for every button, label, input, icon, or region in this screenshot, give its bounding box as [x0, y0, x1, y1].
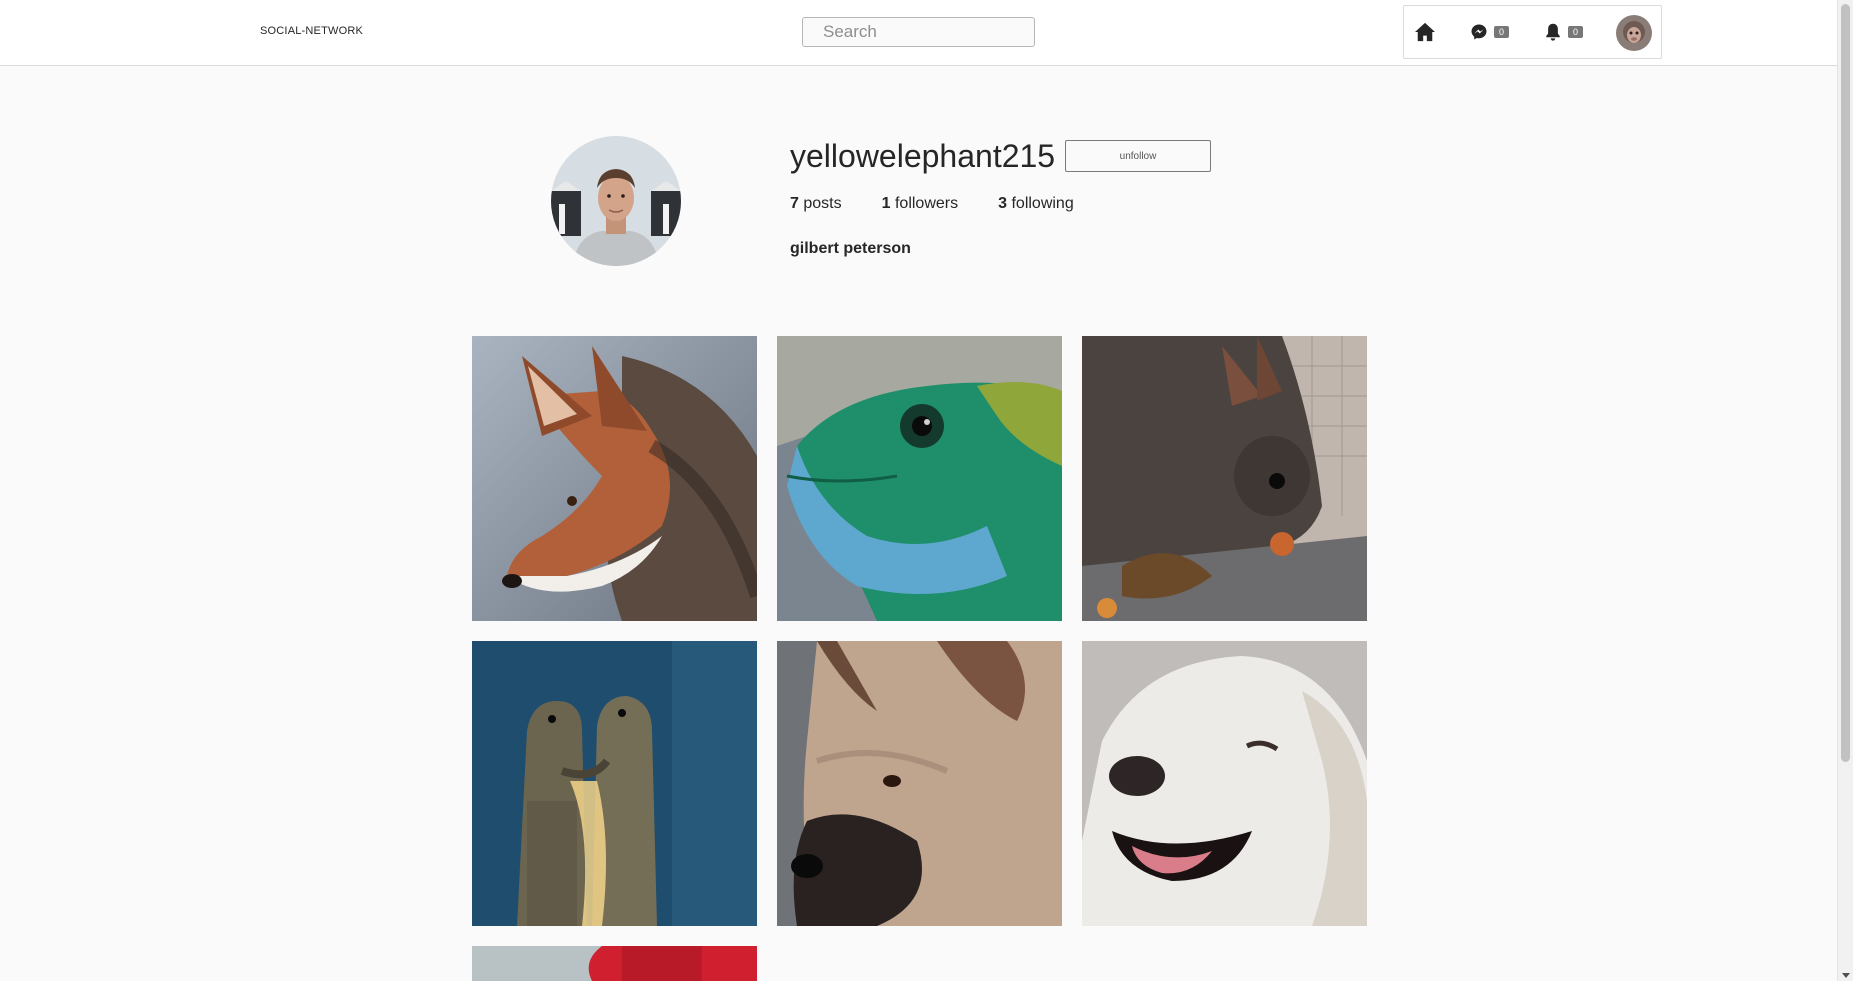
profile-username: yellowelephant215 — [790, 138, 1056, 174]
post-thumbnail-lizard[interactable] — [777, 336, 1062, 621]
meerkats-image — [472, 641, 757, 926]
white-dog-image — [1082, 641, 1367, 926]
home-button[interactable] — [1414, 6, 1436, 58]
followers-label: followers — [894, 195, 959, 212]
search-input[interactable] — [802, 17, 1035, 47]
following-label: following — [1011, 195, 1074, 212]
unfollow-button[interactable]: unfollow — [1065, 140, 1211, 172]
messages-count-badge: 0 — [1494, 26, 1510, 38]
post-thumbnail-white-dog[interactable] — [1082, 641, 1367, 926]
profile-full-name: gilbert peterson — [790, 240, 911, 257]
scroll-down-arrow-icon[interactable] — [1842, 973, 1850, 978]
page-scrollbar[interactable] — [1837, 0, 1853, 981]
notifications-count-badge: 0 — [1568, 26, 1584, 38]
fox-image — [472, 336, 757, 621]
brand-logo-text[interactable]: SOCIAL-NETWORK — [260, 25, 363, 37]
post-thumbnail-squirrel[interactable] — [1082, 336, 1367, 621]
following-stat[interactable]: 3 following — [998, 195, 1074, 213]
posts-count: 7 — [790, 195, 799, 212]
following-count: 3 — [998, 195, 1008, 212]
profile-avatar — [551, 136, 681, 266]
profile-stats: 7 posts 1 followers 3 following — [790, 195, 1114, 213]
post-thumbnail-puppy[interactable] — [777, 641, 1062, 926]
partial-photo-image — [472, 946, 757, 981]
top-navbar: SOCIAL-NETWORK 0 0 — [0, 0, 1837, 66]
avatar-image — [1616, 15, 1652, 51]
squirrel-image — [1082, 336, 1367, 621]
messages-button[interactable]: 0 — [1470, 6, 1510, 58]
puppy-image — [777, 641, 1062, 926]
notifications-button[interactable]: 0 — [1544, 6, 1584, 58]
messenger-icon — [1471, 24, 1487, 40]
followers-count: 1 — [881, 195, 891, 212]
lizard-image — [777, 336, 1062, 621]
nav-user-avatar[interactable] — [1616, 15, 1652, 51]
followers-stat[interactable]: 1 followers — [882, 195, 959, 213]
bell-icon — [1546, 23, 1560, 41]
scrollbar-thumb[interactable] — [1841, 4, 1850, 762]
post-thumbnail-fox[interactable] — [472, 336, 757, 621]
nav-actions: 0 0 — [1403, 5, 1662, 59]
home-icon — [1415, 22, 1435, 42]
post-thumbnail-meerkats[interactable] — [472, 641, 757, 926]
post-thumbnail-partial[interactable] — [472, 946, 757, 981]
posts-stat: 7 posts — [790, 195, 842, 213]
posts-label: posts — [803, 195, 842, 212]
profile-photo — [551, 136, 681, 266]
